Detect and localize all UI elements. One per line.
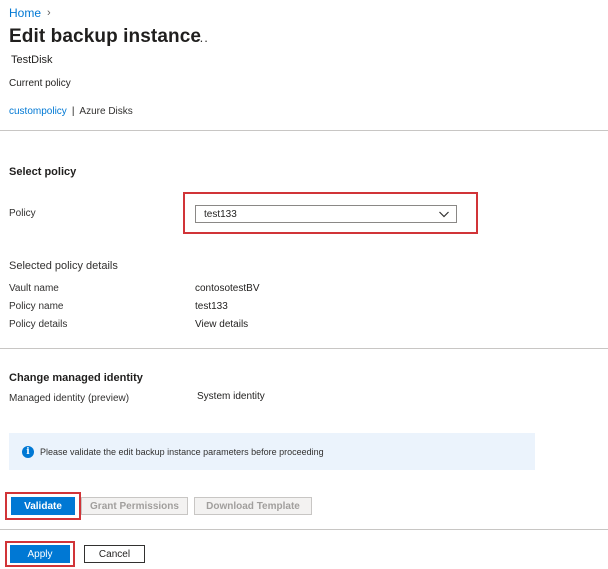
- select-policy-heading: Select policy: [9, 166, 77, 178]
- separator: |: [71, 106, 75, 117]
- breadcrumb: Home ›: [9, 6, 51, 20]
- page-title: Edit backup instance: [9, 26, 202, 47]
- more-options-button[interactable]: ...: [195, 30, 209, 45]
- apply-button[interactable]: Apply: [10, 545, 70, 563]
- current-policy-label: Current policy: [9, 78, 71, 89]
- page-subtitle: TestDisk: [11, 54, 53, 66]
- grant-permissions-button[interactable]: Grant Permissions: [81, 497, 188, 515]
- current-policy-line: custompolicy | Azure Disks: [9, 106, 133, 117]
- managed-identity-value: System identity: [197, 391, 265, 402]
- policy-dropdown-value: test133: [204, 208, 237, 220]
- cancel-button[interactable]: Cancel: [84, 545, 145, 563]
- info-icon: i: [22, 445, 34, 458]
- divider: [0, 130, 608, 131]
- datasource-type: Azure Disks: [79, 106, 133, 117]
- managed-identity-label: Managed identity (preview): [9, 393, 130, 404]
- view-details-link[interactable]: View details: [195, 319, 248, 330]
- info-message-text: Please validate the edit backup instance…: [40, 446, 324, 457]
- policy-name-label: Policy name: [9, 301, 64, 312]
- current-policy-link[interactable]: custompolicy: [9, 106, 67, 117]
- selected-policy-details-heading: Selected policy details: [9, 260, 118, 272]
- policy-details-label: Policy details: [9, 319, 68, 330]
- policy-dropdown[interactable]: test133: [195, 205, 457, 223]
- chevron-down-icon: [439, 211, 449, 218]
- validate-button[interactable]: Validate: [11, 497, 75, 515]
- vault-name-value: contosotestBV: [195, 283, 260, 294]
- policy-field-label: Policy: [9, 208, 36, 219]
- vault-name-label: Vault name: [9, 283, 59, 294]
- divider: [0, 348, 608, 349]
- policy-name-value: test133: [195, 301, 228, 312]
- info-message-bar: i Please validate the edit backup instan…: [9, 433, 535, 470]
- download-template-button[interactable]: Download Template: [194, 497, 312, 515]
- managed-identity-heading: Change managed identity: [9, 372, 143, 384]
- breadcrumb-home-link[interactable]: Home: [9, 6, 41, 20]
- chevron-right-icon: ›: [47, 7, 51, 19]
- divider: [0, 529, 608, 530]
